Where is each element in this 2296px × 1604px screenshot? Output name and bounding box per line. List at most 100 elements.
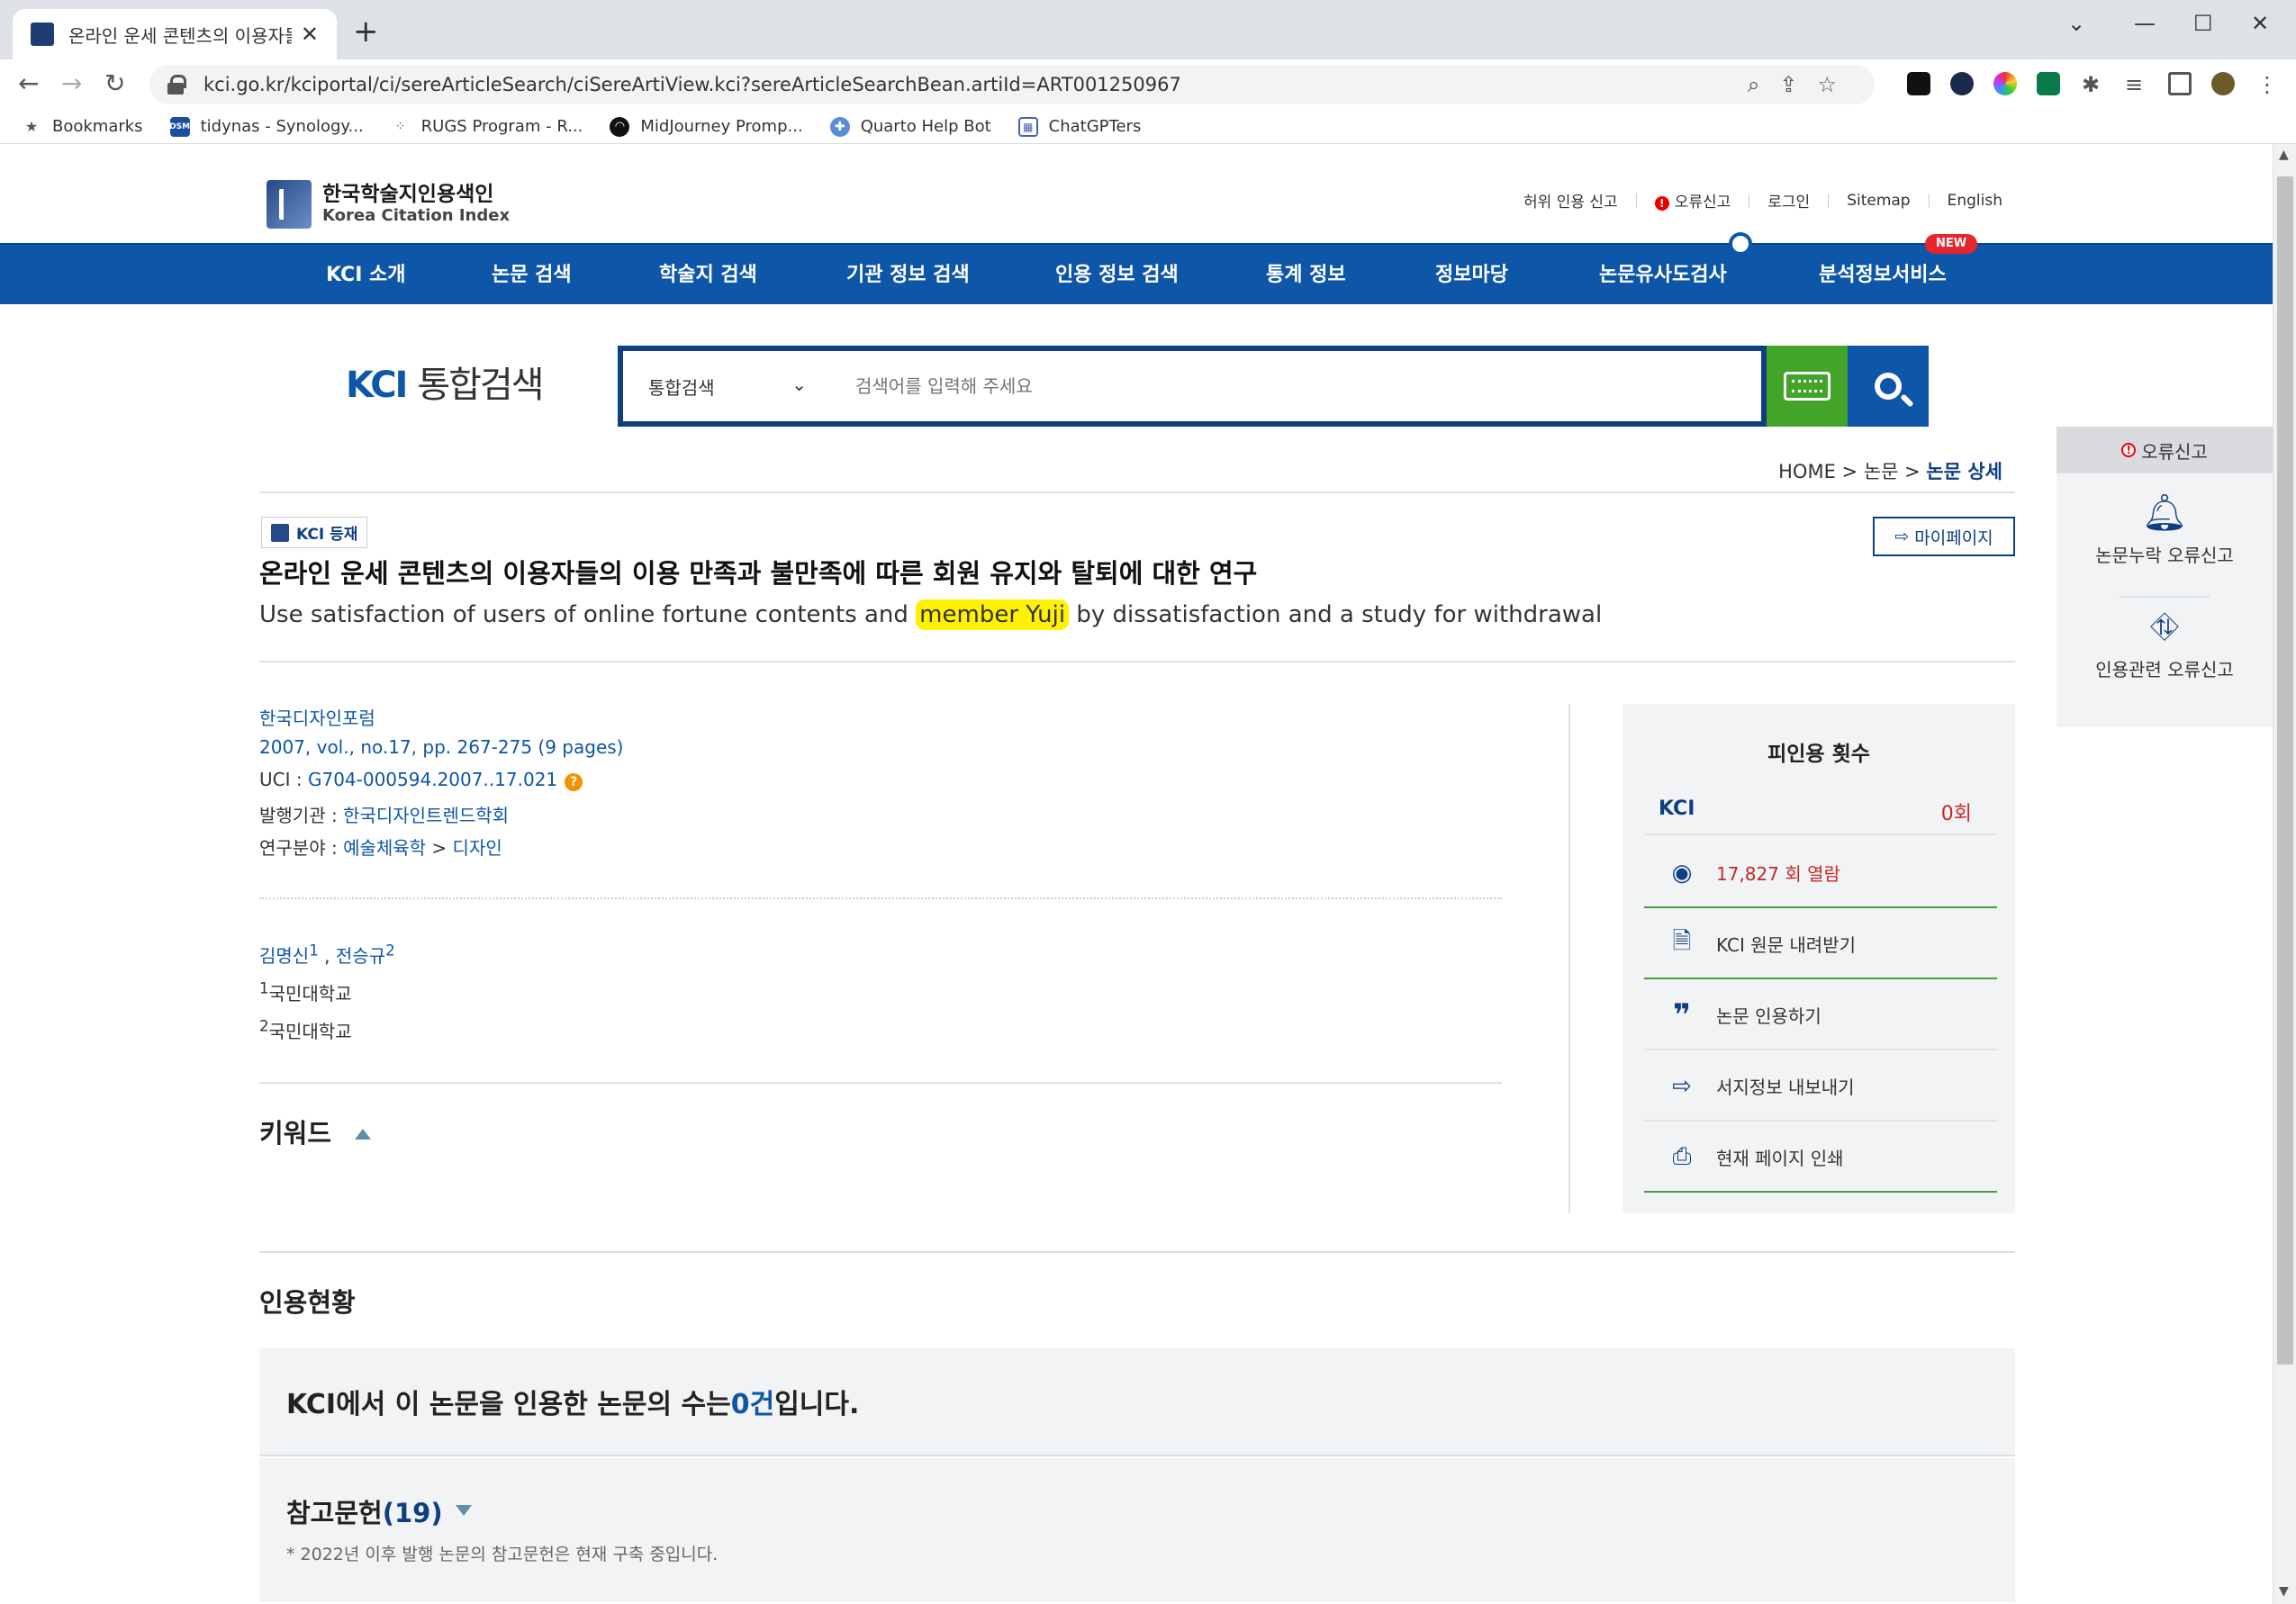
minimize-button[interactable]: — [2134, 11, 2156, 36]
nav-journal-search[interactable]: 학술지 검색 [659, 245, 757, 306]
back-button[interactable]: ← [18, 68, 39, 98]
side-panel-icon[interactable] [2168, 72, 2192, 95]
extension-2-icon[interactable] [1950, 72, 1974, 95]
breadcrumb-article[interactable]: 논문 [1864, 461, 1899, 482]
help-icon[interactable]: ? [565, 773, 583, 791]
bookmark-label: MidJourney Promp... [640, 117, 803, 136]
bookmark-item[interactable]: ⁘ RUGS Program - R... [391, 117, 583, 137]
divider [2120, 596, 2210, 598]
search-input[interactable] [828, 375, 1761, 397]
search-icon [1875, 373, 1902, 400]
views-row: ◉ 17,827 회 열람 [1644, 839, 1997, 908]
keyword-heading[interactable]: 키워드 [259, 1113, 331, 1150]
bookmark-item[interactable]: ★ Bookmarks [22, 117, 143, 137]
nav-statistics[interactable]: 통계 정보 [1266, 245, 1346, 306]
scroll-up-icon[interactable]: ▲ [2279, 148, 2289, 162]
nav-article-search[interactable]: 논문 검색 [492, 245, 572, 306]
collapse-arrow-icon[interactable] [355, 1129, 371, 1140]
affiliation-sup: 2 [259, 1017, 269, 1035]
nav-kci-intro[interactable]: KCI 소개 [326, 245, 406, 306]
publisher-label: 발행기관 : [259, 805, 344, 826]
logo-korean-text: 한국학술지인용색인 [322, 182, 494, 206]
tab-search-chevron-icon[interactable]: ⌄ [2067, 11, 2085, 36]
puzzle-icon[interactable]: ✱ [2082, 72, 2105, 97]
bookmark-item[interactable]: ▦ ChatGPTers [1017, 116, 1141, 137]
color-extension-icon[interactable] [1993, 72, 2017, 95]
page-scrollbar[interactable]: ▲ ▼ [2273, 144, 2296, 1604]
journal-name[interactable]: 한국디자인포럼 [259, 704, 375, 730]
breadcrumb-home[interactable]: HOME [1778, 461, 1836, 482]
volume-link[interactable]: 2007, vol., no.17, pp. 267-275 (9 pages) [259, 736, 623, 758]
author-sup: 2 [385, 942, 395, 960]
nav-analysis-service[interactable]: 분석정보서비스 [1819, 245, 1947, 306]
profile-avatar[interactable] [2211, 72, 2235, 95]
cite-label: 논문 인용하기 [1716, 1005, 1821, 1027]
forward-button[interactable]: → [61, 68, 82, 98]
logo-kci-text: KCI [346, 365, 408, 406]
nav-citation-search[interactable]: 인용 정보 검색 [1055, 245, 1179, 306]
address-bar[interactable]: kci.go.kr/kciportal/ci/sereArticleSearch… [149, 65, 1875, 104]
views-count: 17,827 회 열람 [1716, 863, 1840, 885]
missing-article-report[interactable]: 🔔︎ 논문누락 오류신고 [2056, 491, 2273, 567]
kci-logo[interactable]: 한국학술지인용색인 Korea Citation Index [267, 180, 510, 229]
download-label: KCI 원문 내려받기 [1716, 934, 1856, 956]
browser-tabbar: 온라인 운세 콘텐츠의 이용자들의 ✕ + ⌄ — ☐ ✕ [0, 0, 2296, 59]
print-page-button[interactable]: ⎙ 현재 페이지 인쇄 [1644, 1123, 1997, 1193]
login-link[interactable]: 로그인 [1767, 189, 1810, 212]
english-link[interactable]: English [1948, 192, 2002, 210]
maximize-button[interactable]: ☐ [2193, 11, 2213, 36]
extension-1-icon[interactable] [1907, 72, 1930, 95]
tab-close-icon[interactable]: ✕ [301, 22, 319, 47]
subfield-link[interactable]: 디자인 [453, 837, 502, 859]
reload-button[interactable]: ↻ [104, 68, 125, 98]
pdf-file-icon: 🗎 [1672, 927, 1692, 955]
new-tab-button[interactable]: + [353, 16, 379, 47]
virtual-keyboard-button[interactable] [1767, 346, 1848, 427]
browser-tab-active[interactable]: 온라인 운세 콘텐츠의 이용자들의 ✕ [13, 9, 337, 59]
author-link[interactable]: 전승규 [336, 945, 385, 967]
expand-arrow-icon[interactable] [456, 1505, 472, 1516]
journal-link[interactable]: 한국디자인포럼 [259, 707, 375, 729]
article-title-english: Use satisfaction of users of online fort… [259, 599, 1602, 630]
close-window-button[interactable]: ✕ [2251, 11, 2269, 36]
search-scope-select[interactable]: 통합검색 ⌄ [623, 374, 828, 400]
midjourney-icon: ◠ [610, 116, 630, 137]
bookmark-item[interactable]: ✚ Quarto Help Bot [829, 116, 991, 137]
side-error-heading[interactable]: ! 오류신고 [2056, 427, 2273, 473]
chatgpters-icon: ▦ [1017, 116, 1038, 137]
omnibox-actions[interactable]: ⌕⇪☆ [1748, 72, 1857, 97]
scroll-thumb[interactable] [2277, 176, 2293, 1365]
menu-kebab-icon[interactable]: ⋮ [2256, 72, 2280, 97]
references-note: * 2022년 이후 발행 논문의 참고문헌은 현재 구축 중입니다. [286, 1545, 719, 1564]
citing-count-text: KCI에서 이 논문을 인용한 논문의 수는 [286, 1389, 731, 1420]
error-report-link[interactable]: ! 오류신고 [1654, 189, 1731, 212]
search-button[interactable] [1848, 346, 1929, 427]
scroll-down-icon[interactable]: ▼ [2279, 1584, 2289, 1599]
uci-link[interactable]: G704-000594.2007..17.021 [308, 769, 557, 790]
reading-list-icon[interactable]: ≡ [2125, 72, 2148, 97]
nav-similarity-check[interactable]: 논문유사도검사 [1599, 245, 1727, 306]
author-link[interactable]: 김명신 [259, 945, 309, 967]
sitemap-link[interactable]: Sitemap [1847, 192, 1910, 210]
references-heading[interactable]: 참고문헌(19) [286, 1492, 443, 1530]
volume-info[interactable]: 2007, vol., no.17, pp. 267-275 (9 pages) [259, 736, 623, 758]
cite-article-button[interactable]: ❞ 논문 인용하기 [1644, 981, 1997, 1050]
citation-error-report[interactable]: ⛗ 인용관련 오류신고 [2056, 607, 2273, 681]
extension-4-icon[interactable] [2037, 72, 2060, 95]
field-link[interactable]: 예술체육학 [343, 837, 426, 859]
export-icon: ⇨ [1672, 1072, 1692, 1100]
export-bib-button[interactable]: ⇨ 서지정보 내보내기 [1644, 1052, 1997, 1122]
kci-favicon-icon [31, 23, 54, 46]
bookmark-item[interactable]: ◠ MidJourney Promp... [610, 116, 803, 137]
mypage-button[interactable]: ⇨ 마이페이지 [1873, 517, 2015, 556]
bookmark-item[interactable]: DSM tidynas - Synology... [169, 116, 364, 137]
nav-institution-search[interactable]: 기관 정보 검색 [846, 245, 970, 306]
authors-row: 김명신1 , 전승규2 [259, 942, 395, 968]
false-citation-report-link[interactable]: 허위 인용 신고 [1523, 189, 1618, 212]
download-button[interactable]: 🗎 KCI 원문 내려받기 [1644, 910, 1997, 979]
breadcrumb: HOME > 논문 > 논문 상세 [1778, 457, 2002, 484]
publisher-link[interactable]: 한국디자인트렌드학회 [343, 805, 509, 826]
nav-info-plaza[interactable]: 정보마당 [1435, 245, 1508, 306]
side-heading-label: 오류신고 [2141, 440, 2208, 463]
alert-icon: ! [1654, 196, 1669, 211]
